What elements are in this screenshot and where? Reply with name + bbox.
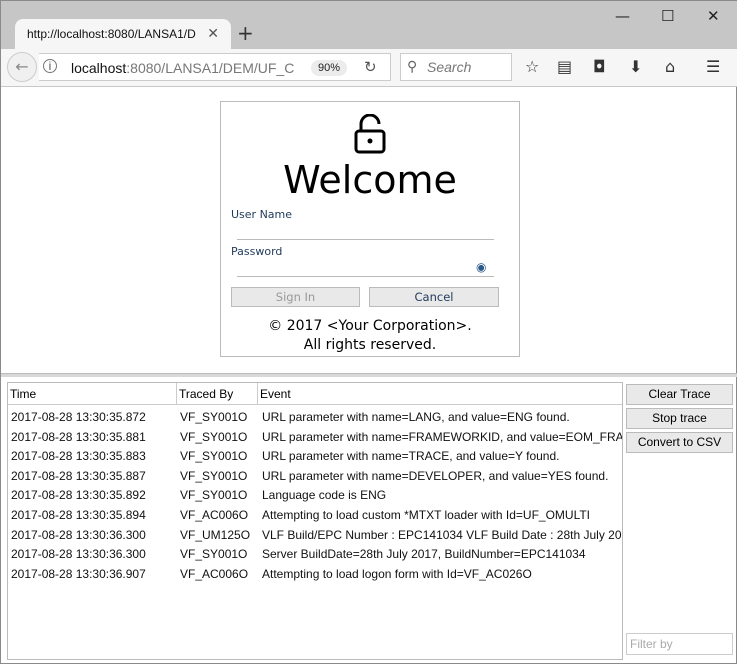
table-row[interactable]: 2017-08-28 13:30:35.872 VF_SY001O URL para… [8,407,622,427]
login-panel: Welcome User Name Password ◉ Sign In Can… [220,101,520,357]
address-bar[interactable]: i localhost:8080/LANSA1/DEM/UF_C 90% ↻ [39,53,391,81]
table-row[interactable]: 2017-08-28 13:30:36.300 VF_UM125O VLF Buil… [8,525,622,545]
menu-icon[interactable]: ☰ [706,57,720,76]
username-input[interactable] [237,239,494,240]
traced-by-cell: VF_AC006O [180,507,249,522]
table-row[interactable]: 2017-08-28 13:30:35.894 VF_AC006O Attempti… [8,505,622,525]
time-cell: 2017-08-28 13:30:36.300 [11,547,146,562]
browser-tab[interactable]: http://localhost:8080/LANSA1/D ✕ [15,19,231,49]
event-cell: Language code is ENG [262,488,387,503]
password-label: Password [231,245,283,258]
url-path: :8080/LANSA1/DEM/UF_C [126,60,295,76]
traced-by-cell: VF_UM125O [180,527,251,542]
convert-to-csv-button[interactable]: Convert to CSV [626,432,733,453]
back-icon[interactable]: ← [7,52,37,82]
reload-icon[interactable]: ↻ [364,58,377,76]
event-cell: Attempting to load logon form with Id=VF… [262,566,532,581]
clear-trace-button[interactable]: Clear Trace [626,384,733,405]
search-icon: ⚲ [407,58,418,74]
splitter[interactable] [1,373,737,377]
table-row[interactable]: 2017-08-28 13:30:35.881 VF_SY001O URL para… [8,427,622,447]
trace-table: Time Traced By Event 2017-08-28 13:30:35… [7,382,623,660]
time-cell: 2017-08-28 13:30:35.872 [11,410,146,424]
copyright: © 2017 <Your Corporation>. All rights res… [221,317,519,355]
traced-by-cell: VF_SY001O [180,547,248,562]
event-cell: URL parameter with name=DEVELOPER, and v… [262,468,609,483]
welcome-title: Welcome [283,158,457,202]
copyright-line-1: © 2017 <Your Corporation>. [268,318,472,334]
pocket-icon[interactable]: ◘ [593,57,606,76]
bookmark-star-icon[interactable]: ☆ [525,57,539,76]
table-row[interactable]: 2017-08-28 13:30:35.883 VF_SY001O URL para… [8,446,622,466]
table-row[interactable]: 2017-08-28 13:30:35.887 VF_SY001O URL para… [8,466,622,486]
trace-table-header: Time Traced By Event [8,383,622,405]
url-host: localhost [71,60,127,76]
time-cell: 2017-08-28 13:30:35.881 [11,429,146,444]
event-cell: URL parameter with name=FRAMEWORKID, and… [262,429,623,444]
copyright-line-2: All rights reserved. [303,337,437,353]
column-traced-by[interactable]: Traced By [176,383,235,405]
event-cell: URL parameter with name=LANG, and value=… [262,410,570,424]
search-placeholder: Search [427,59,472,75]
reader-list-icon[interactable]: ▤ [557,57,572,76]
table-row[interactable]: 2017-08-28 13:30:36.907 VF_AC006O Attempti… [8,564,622,584]
maximize-icon[interactable]: ☐ [661,7,674,25]
close-tab-icon[interactable]: ✕ [207,25,219,42]
column-event[interactable]: Event [257,383,293,405]
traced-by-cell: VF_SY001O [180,449,248,464]
time-cell: 2017-08-28 13:30:35.883 [11,449,146,464]
cancel-button[interactable]: Cancel [369,287,499,307]
table-row[interactable]: 2017-08-28 13:30:36.300 VF_SY001O Server B… [8,544,622,564]
time-cell: 2017-08-28 13:30:35.887 [11,468,146,483]
new-tab-icon[interactable]: + [237,21,254,45]
download-icon[interactable]: ⬇ [629,57,642,76]
event-cell: Attempting to load custom *MTXT loader w… [262,507,591,522]
username-label: User Name [231,208,293,221]
traced-by-cell: VF_SY001O [180,468,248,483]
stop-trace-button[interactable]: Stop trace [626,408,733,429]
time-cell: 2017-08-28 13:30:36.907 [11,566,146,581]
browser-titlebar: http://localhost:8080/LANSA1/D ✕ + — ☐ ✕ [1,1,737,49]
unlock-icon [354,114,386,154]
minimize-icon[interactable]: — [615,7,630,25]
event-cell: Server BuildDate=28th July 2017, BuildNu… [262,547,586,562]
column-time[interactable]: Time [8,383,38,405]
tab-title: http://localhost:8080/LANSA1/D [27,27,196,41]
browser-toolbar: ← i localhost:8080/LANSA1/DEM/UF_C 90% ↻… [1,49,737,87]
event-cell: VLF Build/EPC Number : EPC141034 VLF Bui… [262,527,623,542]
event-cell: URL parameter with name=TRACE, and value… [262,449,560,464]
sign-in-button[interactable]: Sign In [231,287,360,307]
traced-by-cell: VF_SY001O [180,429,248,444]
time-cell: 2017-08-28 13:30:35.894 [11,507,146,522]
time-cell: 2017-08-28 13:30:36.300 [11,527,146,542]
traced-by-cell: VF_SY001O [180,410,248,424]
traced-by-cell: VF_AC006O [180,566,249,581]
table-row[interactable]: 2017-08-28 13:30:35.892 VF_SY001O Language… [8,485,622,505]
info-icon[interactable]: i [43,59,57,73]
traced-by-cell: VF_SY001O [180,488,248,503]
close-window-icon[interactable]: ✕ [707,7,720,25]
search-input[interactable]: ⚲ Search [400,53,512,81]
show-password-eye-icon[interactable]: ◉ [476,260,486,274]
filter-input[interactable]: Filter by [626,633,733,655]
time-cell: 2017-08-28 13:30:35.892 [11,488,146,503]
password-input[interactable] [237,276,494,277]
zoom-level[interactable]: 90% [311,60,348,76]
home-icon[interactable]: ⌂ [665,57,675,76]
